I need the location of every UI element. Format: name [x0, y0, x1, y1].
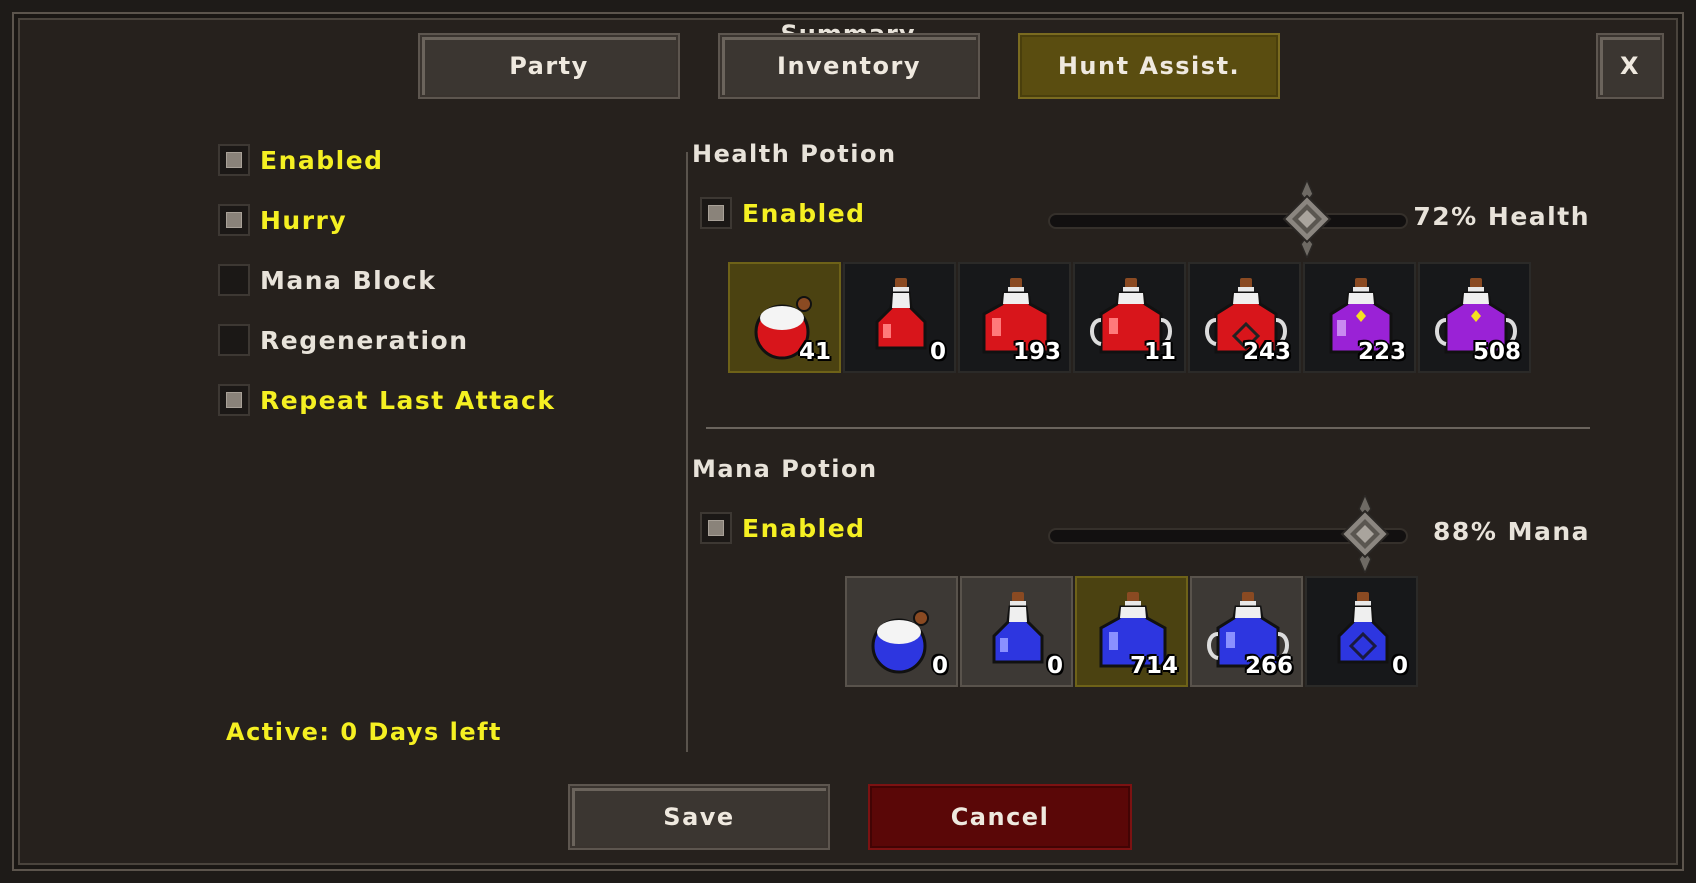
mana-potion-enabled[interactable]: Enabled — [700, 512, 866, 544]
option-mana-block-label: Mana Block — [260, 265, 437, 295]
option-regeneration-label: Regeneration — [260, 325, 469, 355]
potion-slot[interactable]: 11 — [1073, 262, 1186, 373]
potion-count: 41 — [798, 339, 831, 365]
option-enabled-label: Enabled — [260, 145, 384, 175]
active-days-status: Active: 0 Days left — [226, 718, 503, 746]
option-hurry-label: Hurry — [260, 205, 348, 235]
potion-count: 11 — [1143, 339, 1176, 365]
potion-slot[interactable]: 0 — [843, 262, 956, 373]
summary-window: Summary Party Inventory Hunt Assist. X E… — [12, 12, 1684, 871]
option-repeat-last-attack-label: Repeat Last Attack — [260, 385, 556, 415]
tab-inventory[interactable]: Inventory — [718, 33, 980, 99]
option-enabled[interactable]: Enabled — [218, 144, 384, 176]
mana-enabled-label: Enabled — [742, 513, 866, 543]
mana-potion-slots: 0 0 714 266 0 — [845, 576, 1418, 687]
potion-count: 0 — [1046, 653, 1063, 679]
section-divider — [706, 427, 1590, 429]
potion-count: 0 — [1391, 653, 1408, 679]
potion-slot[interactable]: 223 — [1303, 262, 1416, 373]
mana-block-checkbox[interactable] — [218, 264, 250, 296]
hurry-checkbox[interactable] — [218, 204, 250, 236]
repeat-last-attack-checkbox[interactable] — [218, 384, 250, 416]
mana-potion-title: Mana Potion — [692, 455, 878, 483]
health-potion-enabled[interactable]: Enabled — [700, 197, 866, 229]
potion-count: 266 — [1244, 653, 1293, 679]
health-potion-slots: 41 0 193 11 243 223 508 — [728, 262, 1531, 373]
potion-count: 0 — [929, 339, 946, 365]
tab-party[interactable]: Party — [418, 33, 680, 99]
potion-slot[interactable]: 0 — [960, 576, 1073, 687]
slider-knob-icon[interactable] — [1280, 180, 1334, 258]
health-threshold-slider[interactable] — [1048, 180, 1408, 258]
potion-count: 193 — [1012, 339, 1061, 365]
option-mana-block[interactable]: Mana Block — [218, 264, 436, 296]
cancel-button[interactable]: Cancel — [868, 784, 1132, 850]
potion-count: 0 — [931, 653, 948, 679]
potion-slot[interactable]: 508 — [1418, 262, 1531, 373]
potion-count: 223 — [1357, 339, 1406, 365]
mana-slider-value: 88% Mana — [1433, 517, 1590, 546]
health-enabled-checkbox[interactable] — [700, 197, 732, 229]
health-enabled-label: Enabled — [742, 198, 866, 228]
potion-slot[interactable]: 243 — [1188, 262, 1301, 373]
potion-slot[interactable]: 0 — [845, 576, 958, 687]
health-potion-title: Health Potion — [692, 140, 897, 168]
save-button[interactable]: Save — [568, 784, 830, 850]
potion-slot[interactable]: 266 — [1190, 576, 1303, 687]
option-hurry[interactable]: Hurry — [218, 204, 347, 236]
enabled-checkbox[interactable] — [218, 144, 250, 176]
tab-hunt-assist[interactable]: Hunt Assist. — [1018, 33, 1280, 99]
vertical-divider — [686, 152, 688, 752]
option-repeat-last-attack[interactable]: Repeat Last Attack — [218, 384, 555, 416]
potion-slot[interactable]: 41 — [728, 262, 841, 373]
close-button[interactable]: X — [1596, 33, 1664, 99]
regeneration-checkbox[interactable] — [218, 324, 250, 356]
health-slider-value: 72% Health — [1413, 202, 1590, 231]
potion-count: 243 — [1242, 339, 1291, 365]
potion-slot[interactable]: 0 — [1305, 576, 1418, 687]
potion-slot[interactable]: 193 — [958, 262, 1071, 373]
mana-enabled-checkbox[interactable] — [700, 512, 732, 544]
option-regeneration[interactable]: Regeneration — [218, 324, 469, 356]
potion-slot[interactable]: 714 — [1075, 576, 1188, 687]
mana-threshold-slider[interactable] — [1048, 495, 1408, 573]
potion-count: 508 — [1472, 339, 1521, 365]
potion-count: 714 — [1129, 653, 1178, 679]
slider-track — [1048, 213, 1408, 229]
